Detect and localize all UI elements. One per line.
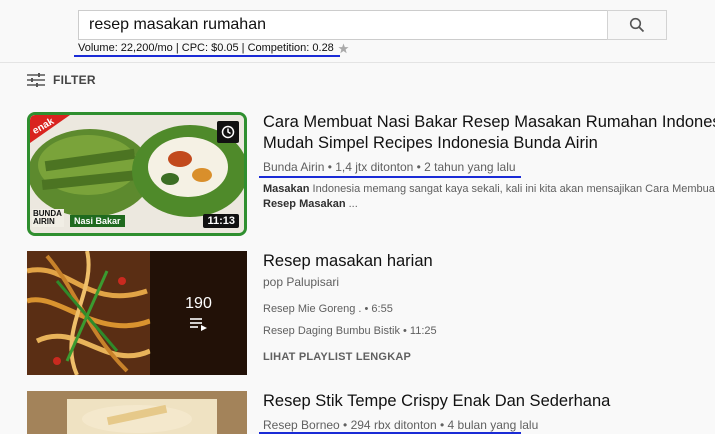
filter-sliders-icon: [27, 73, 45, 87]
tempe-thumbnail-image: [27, 391, 247, 434]
keyword-stats: Volume: 22,200/mo | CPC: $0.05 | Competi…: [78, 42, 349, 54]
clock-icon: [221, 125, 235, 139]
video-info: Cara Membuat Nasi Bakar Resep Masakan Ru…: [263, 112, 715, 212]
video-duration: 11:13: [203, 214, 239, 228]
watch-later-button[interactable]: [217, 121, 239, 143]
view-full-playlist-link[interactable]: LIHAT PLAYLIST LENGKAP: [263, 351, 715, 363]
playlist-title[interactable]: Resep masakan harian: [263, 251, 715, 272]
video-title-line-1: Cara Membuat Nasi Bakar Resep Masakan Ru…: [263, 113, 715, 131]
meta-highlight-underline: [259, 176, 521, 178]
playlist-thumbnail[interactable]: 190: [27, 251, 247, 375]
video-thumbnail[interactable]: enak BUNDA AIRIN Nasi Bakar 11:13: [27, 112, 247, 236]
thumbnail-brand: BUNDA AIRIN: [32, 209, 64, 227]
playlist-item[interactable]: Resep Daging Bumbu Bistik • 11:25: [263, 325, 715, 337]
thumbnail-caption: Nasi Bakar: [70, 215, 125, 227]
playlist-channel[interactable]: pop Palupisari: [263, 275, 715, 289]
search-input[interactable]: resep masakan rumahan: [78, 10, 607, 40]
playlist-icon: [189, 318, 207, 331]
video-title[interactable]: Resep Stik Tempe Crispy Enak Dan Sederha…: [263, 391, 715, 412]
desc-text: Indonesia memang sangat kaya sekali, kal…: [309, 183, 715, 195]
playlist-item[interactable]: Resep Mie Goreng . • 6:55: [263, 303, 715, 315]
desc-highlight: Masakan: [263, 183, 310, 195]
search-button[interactable]: [607, 10, 667, 40]
star-icon[interactable]: [338, 43, 349, 54]
filter-label: FILTER: [53, 73, 96, 87]
video-meta: Bunda Airin • 1,4 jtx ditonton • 2 tahun…: [263, 160, 516, 174]
desc-highlight-2: Resep Masakan: [263, 198, 346, 210]
search-icon: [629, 17, 645, 33]
video-description: Masakan Indonesia memang sangat kaya sek…: [263, 182, 715, 212]
video-meta: Resep Borneo • 294 rbx ditonton • 4 bula…: [263, 418, 539, 432]
divider: [0, 62, 715, 63]
filter-button[interactable]: FILTER: [27, 73, 96, 87]
keyword-stats-text: Volume: 22,200/mo | CPC: $0.05 | Competi…: [78, 42, 334, 54]
playlist-overlay: 190: [150, 251, 247, 375]
video-info: Resep Stik Tempe Crispy Enak Dan Sederha…: [263, 391, 715, 432]
search-bar: resep masakan rumahan: [78, 10, 667, 40]
playlist-video-count: 190: [185, 295, 212, 312]
video-title-line-2: Mudah Simpel Recipes Indonesia Bunda Air…: [263, 134, 598, 152]
stats-highlight-underline: [74, 55, 340, 57]
desc-text-2: ...: [345, 198, 358, 210]
video-title[interactable]: Cara Membuat Nasi Bakar Resep Masakan Ru…: [263, 112, 715, 154]
video-thumbnail[interactable]: [27, 391, 247, 434]
playlist-info: Resep masakan harian pop Palupisari Rese…: [263, 251, 715, 363]
